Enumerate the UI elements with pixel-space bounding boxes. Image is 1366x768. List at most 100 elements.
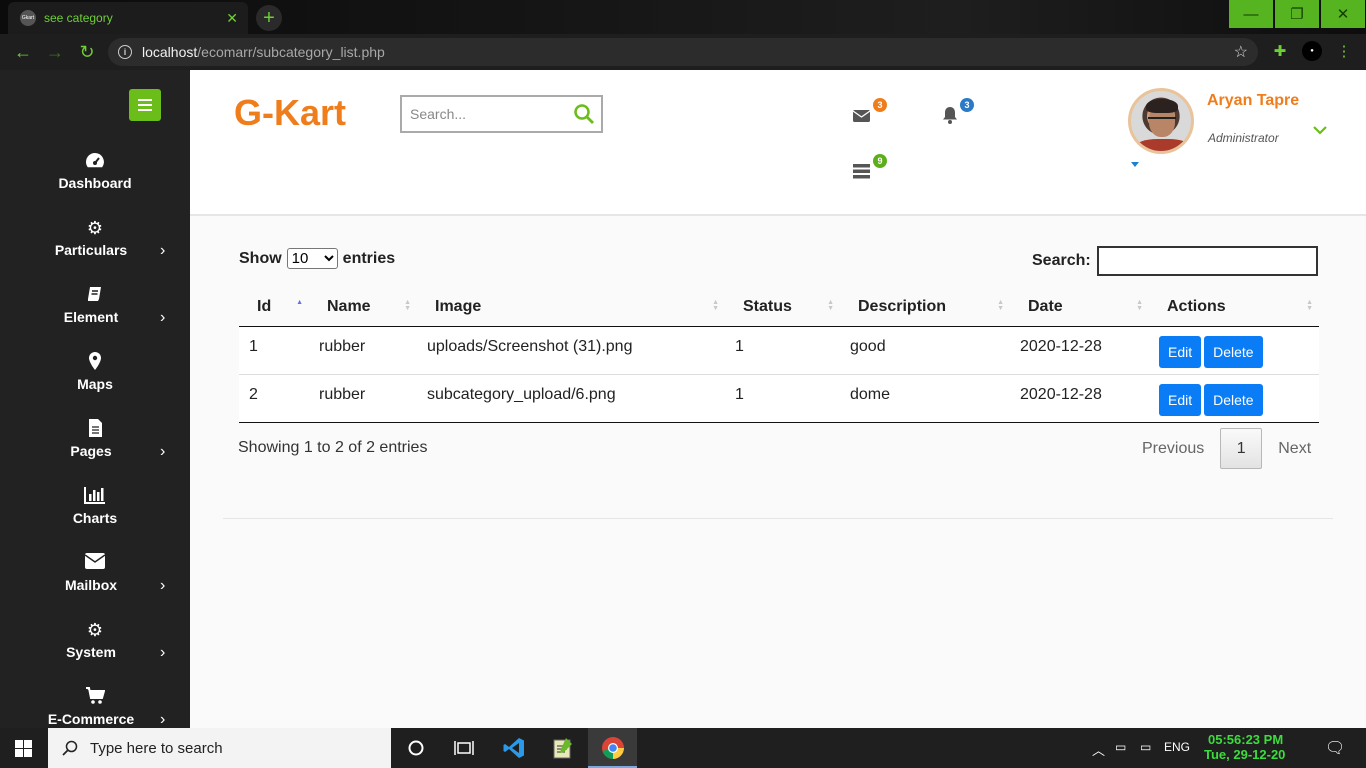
reload-icon[interactable]: ↻ [76, 41, 98, 63]
chevron-down-icon[interactable] [1312, 122, 1328, 138]
address-bar-area: ← → ↻ i localhost/ecomarr/subcategory_li… [0, 34, 1366, 70]
book-icon [0, 285, 190, 308]
page-button-current[interactable]: 1 [1220, 428, 1263, 469]
tasks-list-icon[interactable] [852, 161, 872, 181]
sidebar-item-e-commerce[interactable]: E-Commerce › [0, 687, 190, 728]
entries-select[interactable]: 10 [286, 248, 338, 269]
sort-icon: ▲ ▼ [404, 299, 411, 312]
notification-center-icon[interactable]: 🗨 [1325, 738, 1345, 758]
extensions-puzzle-icon[interactable]: ✚ [1270, 41, 1290, 61]
column-header-date[interactable]: Date ▲ ▼ [1010, 288, 1149, 327]
sidebar-item-label: Mailbox [64, 577, 118, 593]
column-header-id[interactable]: Id ▲ [239, 288, 309, 327]
new-tab-button[interactable]: + [256, 5, 282, 31]
sidebar-item-mailbox[interactable]: Mailbox › [0, 553, 190, 613]
column-header-name[interactable]: Name ▲ ▼ [309, 288, 417, 327]
brand-logo[interactable]: G-Kart [234, 92, 346, 134]
header-label: Actions [1167, 297, 1226, 315]
sidebar-item-system[interactable]: ⚙ System › [0, 620, 190, 680]
browser-tab[interactable]: Gkart see category ✕ [8, 2, 248, 34]
site-favicon-icon: Gkart [20, 10, 36, 26]
next-page-button[interactable]: Next [1262, 440, 1327, 458]
restore-button[interactable]: ❐ [1275, 0, 1319, 28]
close-window-button[interactable]: ✕ [1321, 0, 1365, 28]
avatar[interactable] [1128, 88, 1194, 154]
delete-button[interactable]: Delete [1204, 383, 1263, 416]
vscode-icon[interactable] [502, 736, 526, 760]
user-name: Aryan Tapre [1207, 92, 1300, 109]
table-search-input[interactable] [1096, 246, 1318, 276]
search-icon[interactable] [573, 103, 595, 125]
table-header-row: Id ▲ Name ▲ ▼ Image ▲ ▼ Status ▲ ▼ Description ▲… [239, 288, 1319, 327]
minimize-button[interactable]: — [1229, 0, 1273, 28]
forward-arrow-icon[interactable]: → [44, 41, 66, 63]
cell-id: 1 [239, 326, 309, 375]
mail-count-badge: 3 [873, 98, 887, 112]
menu-toggle-button[interactable] [129, 89, 161, 121]
sidebar-item-particulars[interactable]: ⚙ Particulars › [0, 218, 190, 278]
chevron-up-icon[interactable]: ︿ [1092, 740, 1105, 759]
column-header-status[interactable]: Status ▲ ▼ [725, 288, 840, 327]
bookmark-star-icon[interactable]: ☆ [1234, 42, 1248, 62]
task-view-icon[interactable] [452, 736, 476, 760]
sidebar-item-label: Charts [72, 510, 118, 526]
sort-icon: ▲ ▼ [1306, 299, 1313, 312]
sort-asc-icon: ▲ [296, 299, 303, 306]
sidebar-item-pages[interactable]: Pages › [0, 419, 190, 479]
column-header-image[interactable]: Image ▲ ▼ [417, 288, 725, 327]
taskbar-search-text: Type here to search [90, 739, 223, 757]
taskbar-search[interactable]: Type here to search [48, 728, 391, 768]
gear-icon: ⚙ [86, 620, 104, 640]
cell-name: rubber [309, 326, 417, 375]
sidebar-item-label: E-Commerce [47, 711, 135, 727]
browser-menu-icon[interactable]: ⋮ [1334, 41, 1354, 61]
sidebar-item-dashboard[interactable]: Dashboard [0, 151, 190, 211]
profile-icon[interactable]: ● [1302, 41, 1322, 61]
mail-icon[interactable] [852, 106, 872, 126]
delete-button[interactable]: Delete [1204, 335, 1263, 368]
cortana-icon[interactable] [404, 736, 428, 760]
sort-icon: ▲ ▼ [1136, 299, 1143, 312]
notepad-plus-icon[interactable] [551, 736, 575, 760]
bell-icon[interactable] [940, 105, 960, 125]
subcategory-table: Id ▲ Name ▲ ▼ Image ▲ ▼ Status ▲ ▼ Description ▲… [239, 288, 1319, 423]
network-icon[interactable]: ▭ [1115, 740, 1126, 754]
chevron-right-icon: › [160, 644, 166, 661]
sidebar-item-label: Maps [77, 376, 113, 392]
caret-down-icon[interactable] [1131, 162, 1139, 167]
header-search-input[interactable] [402, 97, 562, 131]
header-label: Image [435, 297, 482, 315]
close-tab-icon[interactable]: ✕ [226, 10, 238, 27]
clock-date[interactable]: Tue, 29-12-20 [1204, 747, 1285, 762]
sidebar-item-label: Pages [70, 443, 112, 459]
search-icon [62, 740, 78, 756]
clock-time[interactable]: 05:56:23 PM [1208, 732, 1283, 747]
sidebar-item-charts[interactable]: Charts [0, 486, 190, 546]
table-row: 2 rubber subcategory_upload/6.png 1 dome… [239, 374, 1319, 423]
chrome-icon[interactable] [601, 736, 625, 760]
battery-icon[interactable]: ▭ [1140, 740, 1151, 754]
previous-page-button[interactable]: Previous [1126, 440, 1220, 458]
sidebar: Dashboard ⚙ Particulars › Element › Maps… [0, 70, 190, 728]
url-path: /ecomarr/subcategory_list.php [197, 44, 385, 60]
browser-tab-strip: Gkart see category ✕ + — ❐ ✕ [0, 0, 1366, 34]
chevron-right-icon: › [160, 711, 166, 728]
sidebar-item-maps[interactable]: Maps [0, 352, 190, 412]
sidebar-item-element[interactable]: Element › [0, 285, 190, 345]
language-indicator[interactable]: ENG [1164, 740, 1190, 754]
cell-name: rubber [309, 374, 417, 423]
column-header-actions[interactable]: Actions ▲ ▼ [1149, 288, 1319, 327]
url-field[interactable]: i localhost/ecomarr/subcategory_list.php… [108, 38, 1258, 66]
favicon-text: Gkart [21, 15, 35, 21]
dashboard-icon [0, 151, 190, 174]
edit-button[interactable]: Edit [1159, 335, 1202, 368]
tab-title: see category [44, 11, 113, 25]
windows-start-icon[interactable] [15, 740, 32, 757]
site-info-icon[interactable]: i [118, 45, 132, 59]
edit-button[interactable]: Edit [1159, 383, 1202, 416]
sort-icon: ▲ ▼ [712, 299, 719, 312]
column-header-description[interactable]: Description ▲ ▼ [840, 288, 1010, 327]
back-arrow-icon[interactable]: ← [12, 41, 34, 63]
envelope-icon [0, 553, 190, 574]
header-search [400, 95, 603, 133]
